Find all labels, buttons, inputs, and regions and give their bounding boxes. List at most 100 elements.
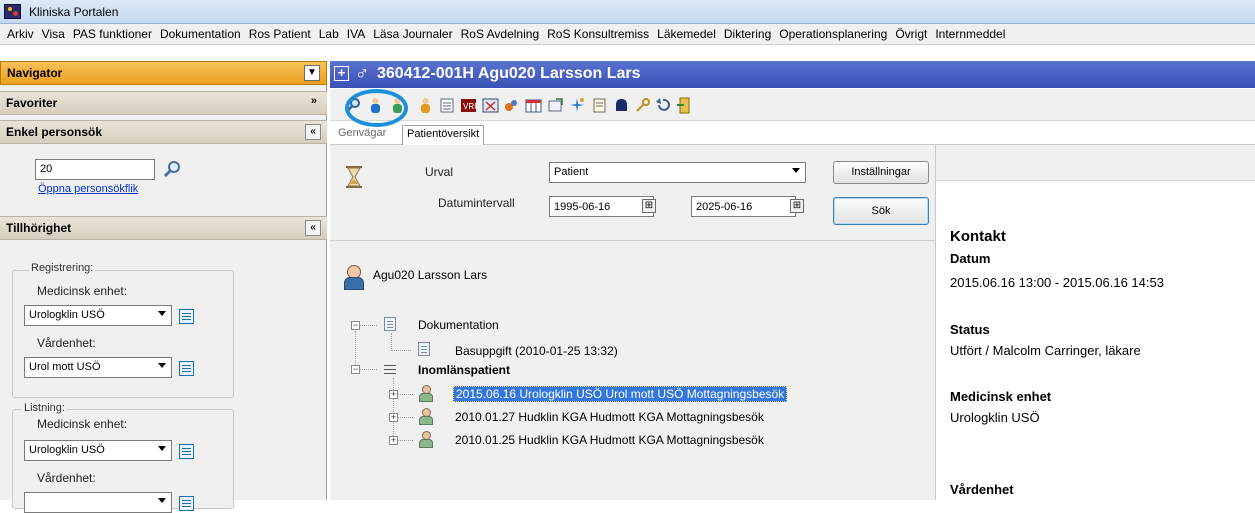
favorites-section-header[interactable]: Favoriter » <box>0 91 327 115</box>
registration-care-unit-select[interactable]: Urol mott USÖ <box>24 357 172 378</box>
listing-care-unit-select[interactable] <box>24 492 172 513</box>
expand-icon[interactable]: + <box>389 436 398 445</box>
tab-patientoversikt[interactable]: Patientöversikt <box>402 125 485 145</box>
exit-icon[interactable] <box>676 97 693 114</box>
key-icon[interactable] <box>634 97 651 114</box>
favorites-title: Favoriter <box>6 96 58 110</box>
menu-pas-funktioner[interactable]: PAS funktioner <box>69 27 156 41</box>
tree-visit[interactable]: 2010.01.27 Hudklin KGA Hudmott KGA Motta… <box>455 410 764 424</box>
male-gender-icon: ♂ <box>355 63 370 84</box>
calendar-icon[interactable]: ⊞ <box>790 199 804 213</box>
filter-panel: Urval Patient Datumintervall 1995-06-16 … <box>330 145 935 240</box>
magnifier-icon[interactable] <box>163 160 181 178</box>
navigator-dropdown-icon[interactable]: ▼ <box>304 65 320 81</box>
tree-base-info[interactable]: Basuppgift (2010-01-25 13:32) <box>455 344 618 358</box>
xray-icon[interactable] <box>482 97 499 114</box>
contact-date-value: 2015.06.16 13:00 - 2015.06.16 14:53 <box>950 275 1164 290</box>
registration-care-unit-value: Urol mott USÖ <box>29 361 101 373</box>
chevron-down-icon <box>158 446 166 451</box>
person-search-input[interactable]: 20 <box>35 159 155 180</box>
contact-status-label: Status <box>950 322 990 337</box>
table-icon[interactable] <box>179 361 194 376</box>
menu-operationsplanering[interactable]: Operationsplanering <box>775 27 891 41</box>
menu-bar: Arkiv Visa PAS funktioner Dokumentation … <box>0 24 1255 45</box>
documentation-folder-icon <box>384 317 396 331</box>
lab-icon[interactable] <box>503 97 520 114</box>
window-titlebar: Kliniska Portalen <box>0 0 1255 24</box>
table-icon[interactable] <box>179 444 194 459</box>
collapse-icon[interactable]: − <box>351 365 360 374</box>
detail-panel-top <box>936 145 1255 181</box>
menu-lab[interactable]: Lab <box>315 27 343 41</box>
urval-select[interactable]: Patient <box>549 162 806 183</box>
tab-genvagar[interactable]: Genvägar <box>334 125 390 141</box>
registration-care-unit-label: Vårdenhet: <box>37 336 96 350</box>
search-section-header[interactable]: Enkel personsök « <box>0 120 327 144</box>
table-icon[interactable] <box>179 309 194 324</box>
listing-med-unit-value: Urologklin USÖ <box>29 444 105 456</box>
table-icon[interactable] <box>179 496 194 511</box>
tree-visit[interactable]: 2010.01.25 Hudklin KGA Hudmott KGA Motta… <box>455 433 764 447</box>
settings-button[interactable]: Inställningar <box>833 161 929 184</box>
menu-internmeddel[interactable]: Internmeddel <box>931 27 1009 41</box>
menu-ovrigt[interactable]: Övrigt <box>891 27 931 41</box>
tree-patient-name[interactable]: Agu020 Larsson Lars <box>373 268 487 282</box>
date-to-input[interactable]: 2025-06-16 <box>691 196 796 217</box>
contact-status-value: Utfört / Malcolm Carringer, läkare <box>950 343 1141 358</box>
visit-person-icon <box>418 431 433 448</box>
expand-icon[interactable]: + <box>389 390 398 399</box>
navigator-panel: Navigator ▼ Favoriter » Enkel personsök … <box>0 61 327 513</box>
contact-detail-panel: Kontakt Datum 2015.06.16 13:00 - 2015.06… <box>935 145 1255 500</box>
menu-ros-konsultremiss[interactable]: RoS Konsultremiss <box>543 27 653 41</box>
urval-label: Urval <box>425 165 454 179</box>
menu-dokumentation[interactable]: Dokumentation <box>156 27 245 41</box>
menu-iva[interactable]: IVA <box>343 27 369 41</box>
menu-diktering[interactable]: Diktering <box>720 27 775 41</box>
chevron-down-icon <box>158 498 166 503</box>
referral-icon[interactable] <box>547 97 564 114</box>
menu-ros-avdelning[interactable]: RoS Avdelning <box>457 27 544 41</box>
collapse-up-icon[interactable]: « <box>305 220 321 236</box>
expand-icon[interactable]: + <box>389 413 398 422</box>
contact-med-unit-value: Urologklin USÖ <box>950 410 1040 425</box>
open-person-search-link[interactable]: Öppna personsökflik <box>38 183 138 195</box>
menu-ros-patient[interactable]: Ros Patient <box>245 27 315 41</box>
registration-med-unit-select[interactable]: Urologklin USÖ <box>24 305 172 326</box>
bell-icon[interactable] <box>613 97 630 114</box>
listing-med-unit-select[interactable]: Urologklin USÖ <box>24 440 172 461</box>
menu-lasa-journaler[interactable]: Läsa Journaler <box>369 27 456 41</box>
search-button[interactable]: Sök <box>833 197 929 225</box>
list-doc-icon[interactable] <box>439 97 456 114</box>
tree-inpatient[interactable]: Inomlänspatient <box>418 363 510 377</box>
navigator-header: Navigator ▼ <box>0 61 327 85</box>
tree-visit-selected[interactable]: 2015.06.16 Urologklin USÖ Urol mott USÖ … <box>453 386 788 402</box>
chevron-down-icon <box>792 168 800 173</box>
tree-documentation[interactable]: Dokumentation <box>418 318 499 332</box>
search-section-title: Enkel personsök <box>6 125 103 139</box>
registration-med-unit-value: Urologklin USÖ <box>29 309 105 321</box>
chevron-double-down-icon[interactable]: » <box>311 95 317 107</box>
patient-header: + ♂ 360412-001H Agu020 Larsson Lars <box>330 61 1255 88</box>
svg-text:VRI: VRI <box>463 102 476 111</box>
visit-person-icon <box>418 408 433 425</box>
contact-title: Kontakt <box>950 228 1006 245</box>
expand-icon[interactable]: + <box>334 66 349 81</box>
note-icon[interactable] <box>591 97 608 114</box>
vri-icon[interactable]: VRI <box>460 97 477 114</box>
collapse-up-icon[interactable]: « <box>305 124 321 140</box>
date-from-input[interactable]: 1995-06-16 <box>549 196 654 217</box>
patient-id-name: 360412-001H Agu020 Larsson Lars <box>377 65 641 82</box>
listing-legend: Listning: <box>22 402 67 414</box>
affiliation-section-header[interactable]: Tillhörighet « <box>0 216 327 240</box>
calendar-grid-icon[interactable] <box>525 97 542 114</box>
registration-legend: Registrering: <box>29 262 96 274</box>
menu-visa[interactable]: Visa <box>38 27 69 41</box>
menu-arkiv[interactable]: Arkiv <box>0 27 38 41</box>
person-orange-icon[interactable] <box>417 97 434 114</box>
undo-icon[interactable] <box>655 97 672 114</box>
calendar-icon[interactable]: ⊞ <box>642 199 656 213</box>
collapse-icon[interactable]: − <box>351 321 360 330</box>
highlight-ring <box>345 89 408 127</box>
sparkle-icon[interactable] <box>569 97 586 114</box>
menu-lakemedel[interactable]: Läkemedel <box>653 27 720 41</box>
